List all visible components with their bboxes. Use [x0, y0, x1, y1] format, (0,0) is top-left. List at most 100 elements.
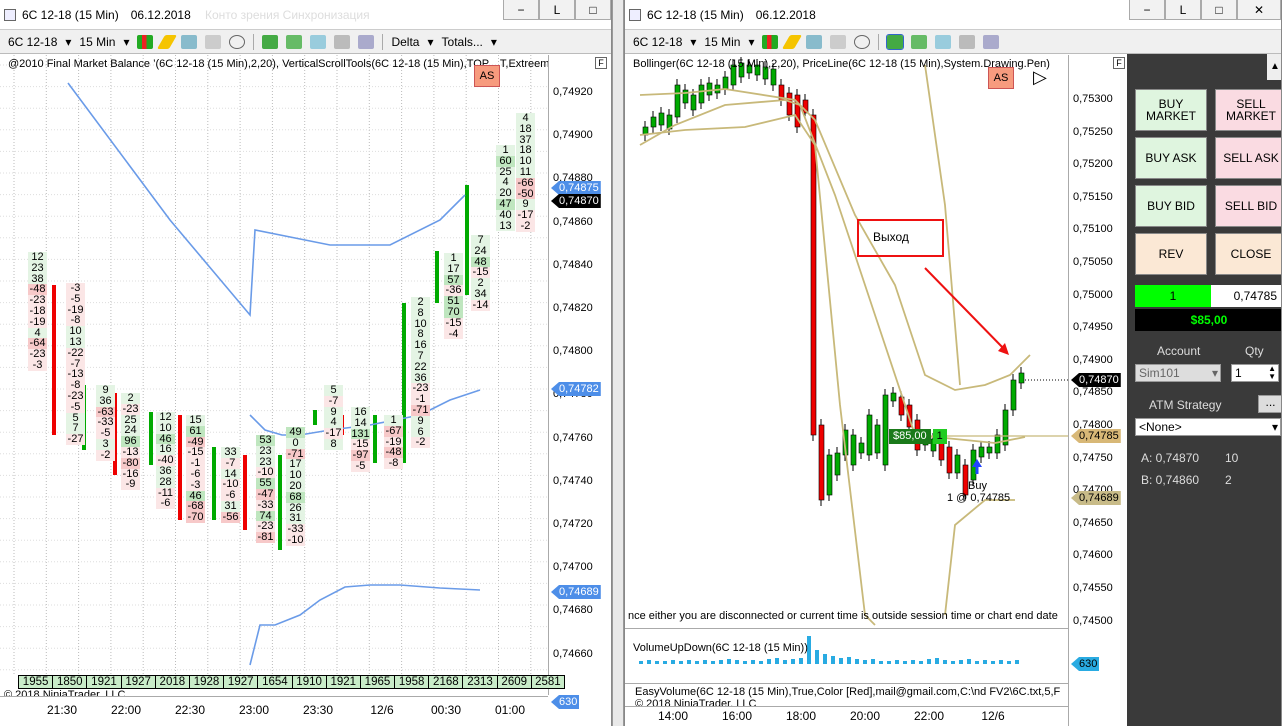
price-label: 0,74900 [1073, 353, 1113, 366]
footprint-cell: -22 [66, 346, 85, 359]
volume-bar [1015, 660, 1019, 664]
position-box[interactable]: $85,00 1 [889, 429, 947, 444]
footprint-cell: -2 [96, 449, 115, 461]
chevron-down-icon[interactable]: ▾ [491, 35, 497, 49]
magnifier-icon[interactable] [229, 34, 246, 49]
snapshot-icon[interactable] [358, 34, 375, 49]
window-splitter[interactable] [612, 0, 624, 726]
instrument-selector[interactable]: 6C 12-18 [8, 35, 57, 49]
candle-body [866, 414, 873, 456]
reverse-button[interactable]: REV [1135, 233, 1207, 275]
volume-bar [759, 661, 763, 664]
pencil-icon[interactable] [782, 34, 803, 49]
candle-body [770, 68, 777, 86]
chart-style-icon[interactable] [935, 34, 952, 49]
pointer-icon[interactable] [205, 34, 222, 49]
close-window-button[interactable]: ✕ [1237, 0, 1281, 20]
crosshair-icon[interactable] [806, 34, 823, 49]
link-button[interactable]: L [1165, 0, 1201, 20]
auto-scale-button[interactable]: AS [988, 67, 1014, 89]
delta-menu[interactable]: Delta [391, 35, 419, 49]
chevron-down-icon[interactable]: ▾ [123, 35, 129, 49]
period-selector[interactable]: 15 Min [704, 35, 740, 49]
right-chart-svg [639, 57, 1068, 626]
sell-market-button[interactable]: SELL MARKET [1215, 89, 1281, 131]
candle-body [946, 446, 953, 474]
footprint-cell: -10 [286, 533, 305, 546]
pencil-icon[interactable] [157, 34, 178, 49]
price-label: 0,74920 [553, 86, 593, 98]
bid-size: 2 [1225, 473, 1232, 487]
left-chart-window: 6C 12-18 (15 Min) 06.12.2018 Конто зрени… [0, 0, 612, 726]
atm-more-button[interactable]: ... [1258, 395, 1281, 413]
indicators-icon[interactable] [886, 33, 905, 50]
minimize-button[interactable]: − [503, 0, 539, 20]
indicators-icon[interactable] [262, 34, 279, 49]
instrument-selector[interactable]: 6C 12-18 [633, 35, 682, 49]
pointer-icon[interactable] [830, 34, 847, 49]
price-label: 0,74660 [553, 647, 593, 660]
footprint-cell: 61 [186, 425, 205, 437]
magnifier-icon[interactable] [854, 34, 871, 49]
account-select[interactable]: Sim101 ▾ [1135, 364, 1221, 382]
volume-panel[interactable]: VolumeUpDown(6C 12-18 (15 Min)) [625, 630, 1068, 684]
fill-label: 1 @ 0,74785 [947, 492, 1011, 504]
price-label: 0,74950 [1073, 321, 1113, 334]
footprint-column: 2 -23 25 24 96 -13 -80 -16 -9 [121, 393, 140, 491]
candle-body [986, 446, 993, 454]
time-label: 22:00 [913, 709, 945, 723]
collapse-arrow-icon[interactable]: ▲ [1267, 54, 1281, 80]
strategies-icon[interactable] [286, 34, 303, 49]
maximize-button[interactable]: □ [1201, 0, 1237, 20]
time-label: 16:00 [721, 709, 753, 723]
left-price-axis[interactable]: F 0,74920 0,74900 0,74880 0,74860 0,74840 0,7… [548, 55, 611, 709]
bar-type-icon[interactable] [137, 34, 154, 49]
link-button[interactable]: L [539, 0, 575, 20]
total-cell: 2168 [428, 675, 463, 689]
sell-bid-button[interactable]: SELL BID [1215, 185, 1281, 227]
total-cell: 2581 [530, 675, 565, 689]
qty-input[interactable]: 1 ▲ ▼ [1231, 364, 1279, 382]
left-chart-panel[interactable]: 12 23 38 -48 -23 -18 -19 4 -64 -23 -3 -3 -5 -19 -8 10 13… [0, 55, 549, 675]
bar-type-icon[interactable] [762, 34, 779, 49]
atm-select[interactable]: <None> ▾ [1135, 418, 1281, 436]
price-tag: 0,74689 [1071, 491, 1121, 505]
properties-icon[interactable] [334, 34, 351, 49]
footprint-cell: 0 [286, 437, 305, 449]
buy-ask-button[interactable]: BUY ASK [1135, 137, 1207, 179]
footprint-cell: -19 [28, 315, 47, 328]
close-position-button[interactable]: CLOSE [1215, 233, 1281, 275]
crosshair-icon[interactable] [181, 34, 198, 49]
snapshot-icon[interactable] [983, 34, 1000, 49]
f-button[interactable]: F [1113, 57, 1125, 69]
strategies-icon[interactable] [911, 34, 928, 49]
chevron-down-icon[interactable]: ▾ [748, 35, 754, 49]
buy-bid-button[interactable]: BUY BID [1135, 185, 1207, 227]
stepper-icon[interactable]: ▲ ▼ [1268, 365, 1276, 381]
maximize-button[interactable]: □ [575, 0, 611, 20]
period-selector[interactable]: 15 Min [79, 35, 115, 49]
properties-icon[interactable] [959, 34, 976, 49]
left-title-bar: 6C 12-18 (15 Min) 06.12.2018 Конто зрени… [0, 0, 611, 30]
chevron-down-icon[interactable]: ▾ [427, 35, 433, 49]
play-icon[interactable]: ▷ [1033, 67, 1053, 89]
totals-menu[interactable]: Totals... [442, 35, 483, 49]
time-label: 20:00 [849, 709, 881, 723]
footprint-cell: 23 [256, 445, 275, 457]
total-cell: 1654 [257, 675, 292, 689]
minimize-button[interactable]: − [1129, 0, 1165, 20]
volume-bar [687, 660, 691, 664]
chevron-down-icon[interactable]: ▾ [1272, 419, 1278, 435]
chevron-down-icon[interactable]: ▾ [690, 35, 696, 49]
sell-ask-button[interactable]: SELL ASK [1215, 137, 1281, 179]
right-price-panel[interactable]: Bollinger(6C 12-18 (15 Min),2,20), Price… [625, 55, 1068, 629]
f-button[interactable]: F [595, 57, 607, 69]
chart-style-icon[interactable] [310, 34, 327, 49]
chevron-down-icon[interactable]: ▾ [1212, 365, 1218, 381]
volume-header: VolumeUpDown(6C 12-18 (15 Min)) [633, 642, 808, 654]
right-price-axis[interactable]: F 0,75300 0,75250 0,75200 0,75150 0,75100 0,7… [1068, 55, 1127, 726]
candle-body [834, 452, 841, 476]
auto-scale-button[interactable]: AS [474, 65, 500, 87]
buy-market-button[interactable]: BUY MARKET [1135, 89, 1207, 131]
chevron-down-icon[interactable]: ▾ [65, 35, 71, 49]
